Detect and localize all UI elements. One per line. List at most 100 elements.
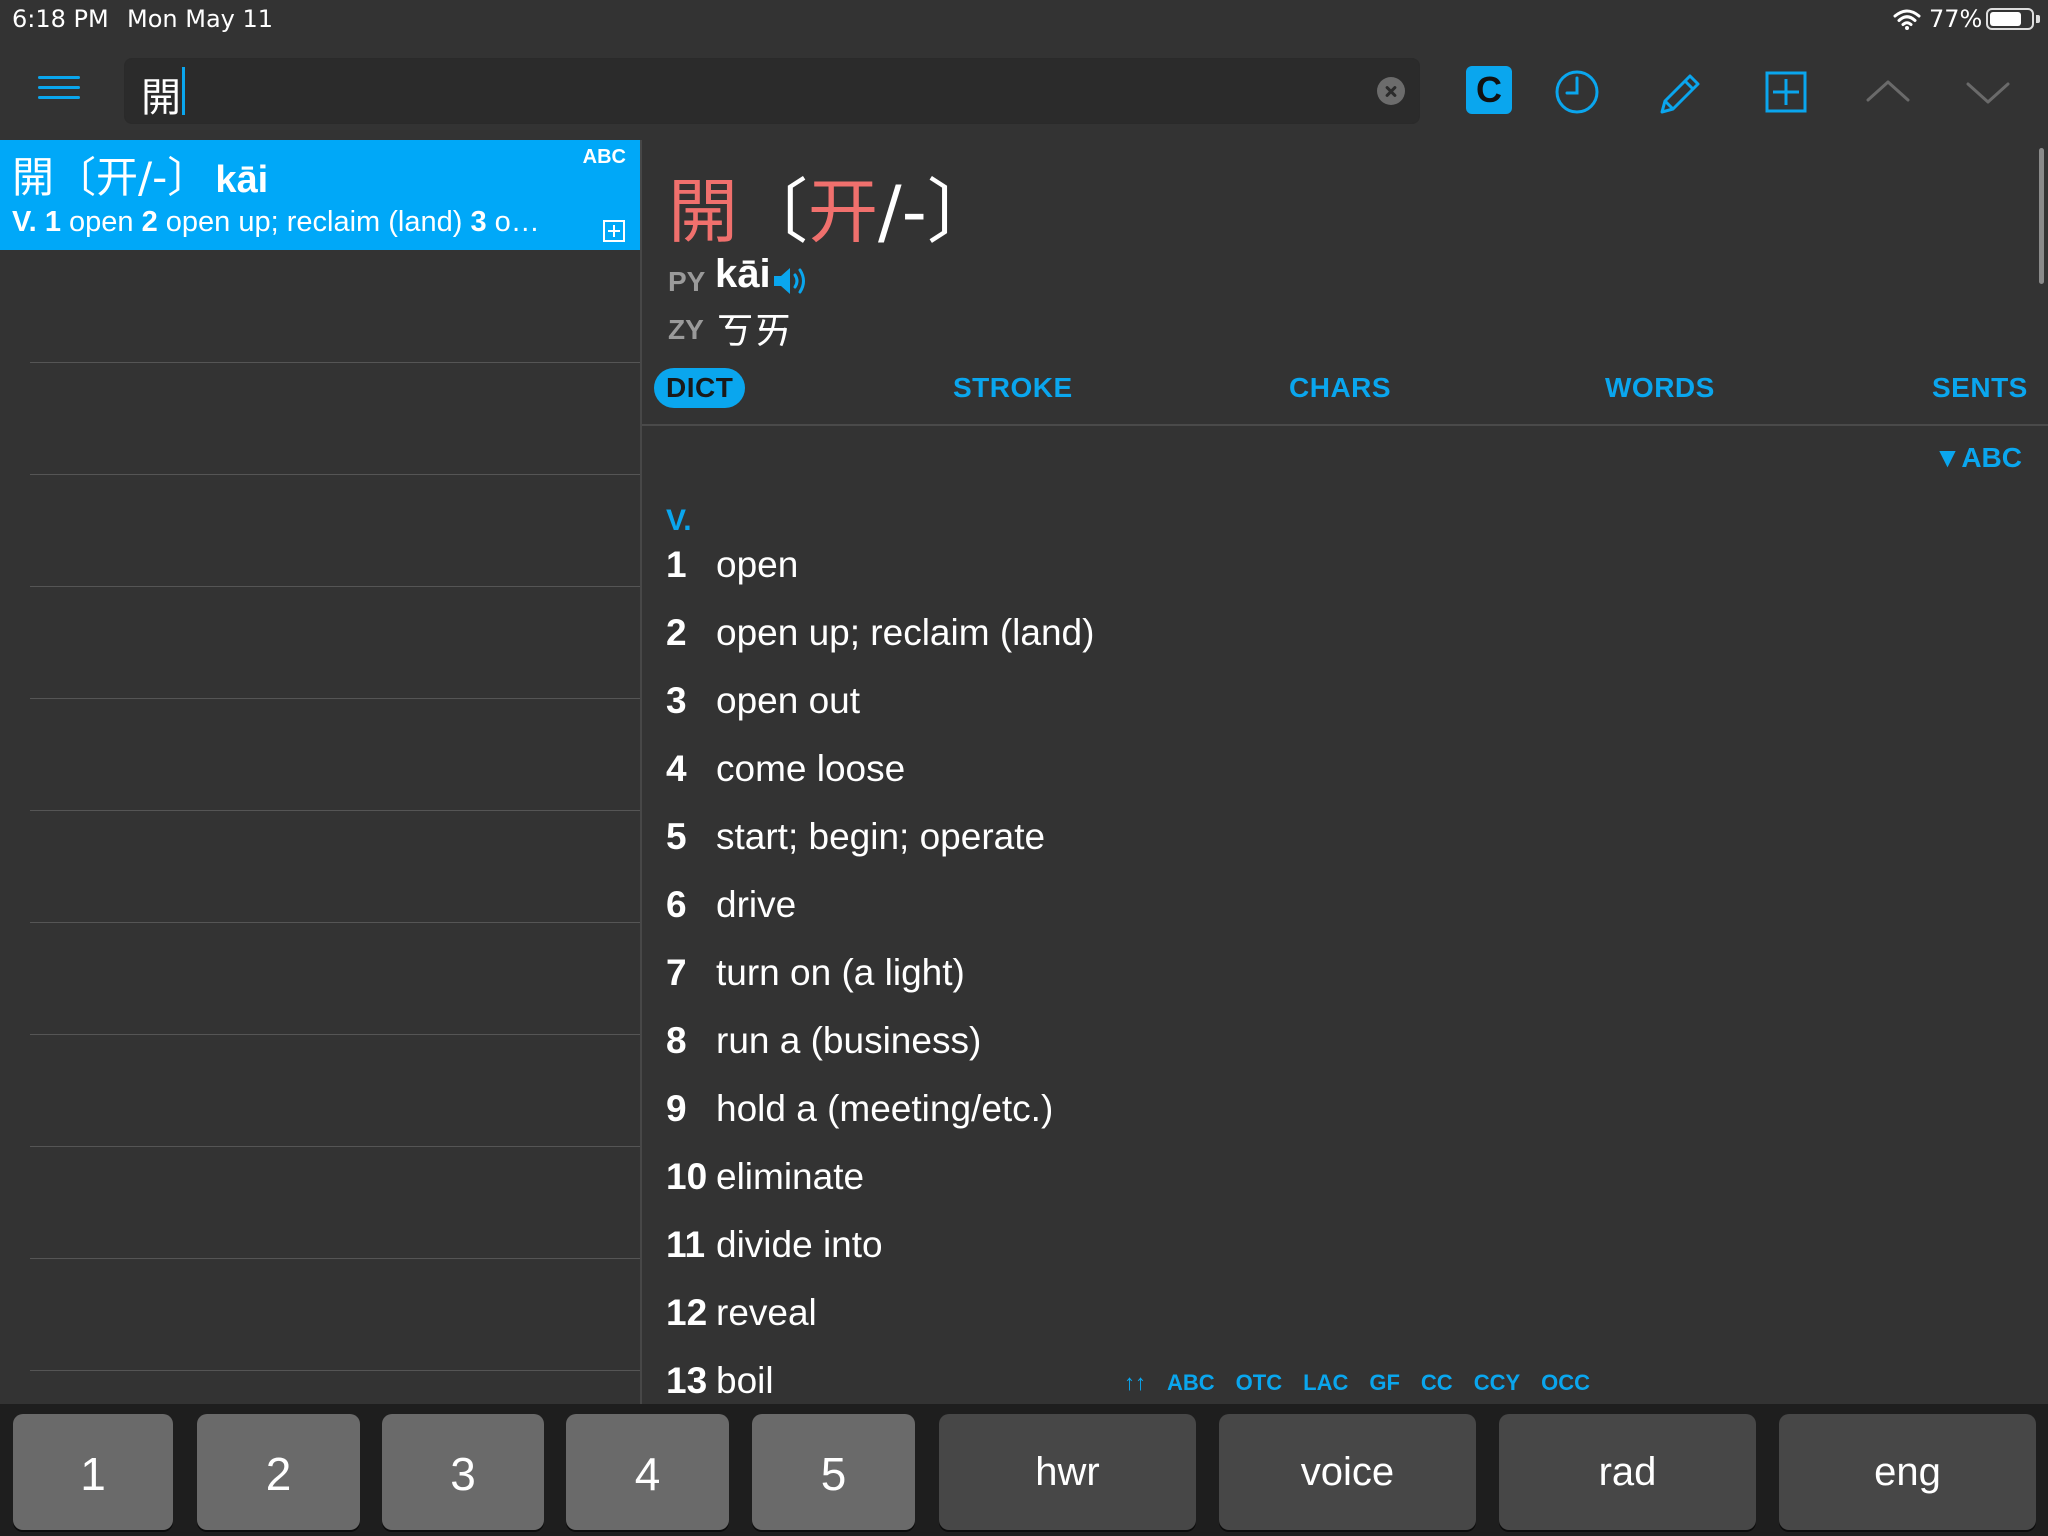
sense-item: 13 boil <box>666 1360 774 1402</box>
handwriting-key[interactable]: hwr <box>939 1414 1196 1530</box>
zhuyin-label: ZY <box>668 314 704 345</box>
sense-number: 3 <box>666 680 687 721</box>
simplified-char: 开 <box>808 171 878 253</box>
source-link-lac[interactable]: LAC <box>1303 1370 1348 1395</box>
entry-detail: 開〔开/-〕 PY kāi ZY ㄎㄞ DICT STROKE CHARS WO… <box>642 140 2048 1404</box>
sense-text: run a (business) <box>716 1020 982 1061</box>
text-caret <box>182 67 185 115</box>
battery-nub <box>2036 15 2040 23</box>
zhuyin: ㄎㄞ <box>716 309 793 353</box>
wifi-icon <box>1893 9 1921 30</box>
source-link-gf[interactable]: GF <box>1369 1370 1400 1395</box>
chevron-up-icon[interactable] <box>1860 64 1916 120</box>
status-date: Mon May 11 <box>127 5 274 33</box>
bracket-close: 〕 <box>926 171 997 253</box>
sense-text: reveal <box>716 1292 817 1333</box>
speaker-icon[interactable] <box>772 264 812 298</box>
sense-text: drive <box>716 884 797 925</box>
sense-number: 8 <box>666 1020 687 1061</box>
add-icon[interactable] <box>1758 64 1814 120</box>
english-key[interactable]: eng <box>1779 1414 2036 1530</box>
list-separator <box>30 1258 640 1259</box>
source-link-ccy[interactable]: CCY <box>1474 1370 1520 1395</box>
tab-dict[interactable]: DICT <box>654 368 746 408</box>
sense-item: 2 open up; reclaim (land) <box>666 612 1094 654</box>
source-badge: ABC <box>582 146 626 168</box>
sense-item: 8 run a (business) <box>666 1020 981 1062</box>
sense-text: eliminate <box>716 1156 865 1197</box>
tab-words[interactable]: WORDS <box>1605 372 1715 404</box>
tab-underline <box>642 424 2048 426</box>
list-separator <box>30 1370 640 1371</box>
history-icon[interactable] <box>1549 64 1605 120</box>
sense-item: 9 hold a (meeting/etc.) <box>666 1088 1053 1130</box>
tone-key-4[interactable]: 4 <box>566 1414 729 1530</box>
list-separator <box>30 1034 640 1035</box>
pinyin: kāi <box>715 252 771 296</box>
sense-text: open out <box>716 680 861 721</box>
tone-key-5[interactable]: 5 <box>752 1414 915 1530</box>
sense-text: boil <box>716 1360 774 1401</box>
tab-sents[interactable]: SENTS <box>1932 372 2028 404</box>
source-link-otc[interactable]: OTC <box>1236 1370 1282 1395</box>
list-item-selected[interactable]: 開〔开/-〕 kāi ABC V. 1 open 2 open up; recla… <box>0 140 640 250</box>
sense-item: 11 divide into <box>666 1224 883 1266</box>
bracket-open: 〔 <box>738 171 808 253</box>
sense-number: 7 <box>666 952 687 993</box>
list-item-headword: 開〔开/-〕 <box>12 153 210 202</box>
radical-key[interactable]: rad <box>1499 1414 1756 1530</box>
status-time: 6:18 PM <box>12 5 109 33</box>
status-bar: 6:18 PM Mon May 11 77% <box>0 0 2048 44</box>
tone-key-1[interactable]: 1 <box>13 1414 173 1530</box>
tab-stroke[interactable]: STROKE <box>953 372 1073 404</box>
sense-number: 6 <box>666 884 687 925</box>
list-separator <box>30 1146 640 1147</box>
tone-key-2[interactable]: 2 <box>197 1414 360 1530</box>
sense-text: turn on (a light) <box>716 952 965 993</box>
source-links: ↑↑ ABC OTC LAC GF CC CCY OCC <box>1124 1370 1611 1396</box>
sense-item: 5 start; begin; operate <box>666 816 1045 858</box>
sense-item: 10 eliminate <box>666 1156 864 1198</box>
list-item-pos: V. <box>12 206 37 238</box>
sense-number: 2 <box>666 612 687 653</box>
variant-marker: /- <box>878 171 927 253</box>
list-separator <box>30 698 640 699</box>
tab-chars[interactable]: CHARS <box>1289 372 1391 404</box>
sense-number: 3 <box>470 206 487 238</box>
list-separator <box>30 810 640 811</box>
results-list: 開〔开/-〕 kāi ABC V. 1 open 2 open up; recla… <box>0 140 640 1404</box>
dictionary-source-selector[interactable]: ▼ABC <box>1934 442 2022 474</box>
sense-text: start; begin; operate <box>716 816 1046 857</box>
add-to-list-icon[interactable] <box>603 220 625 242</box>
scrollbar[interactable] <box>2039 148 2044 284</box>
entry-headword: 開〔开/-〕 <box>668 156 997 257</box>
tone-key-3[interactable]: 3 <box>382 1414 544 1530</box>
clear-icon[interactable] <box>1377 77 1405 105</box>
pencil-icon[interactable] <box>1652 64 1708 120</box>
menu-icon[interactable] <box>38 76 84 108</box>
search-value[interactable]: 開 <box>141 65 181 123</box>
source-link-abc[interactable]: ABC <box>1167 1370 1215 1395</box>
sense-item: 12 reveal <box>666 1292 817 1334</box>
c-mode-button[interactable]: C <box>1466 66 1512 114</box>
list-separator <box>30 362 640 363</box>
sense-number: 2 <box>141 206 158 238</box>
battery-fill <box>1990 12 2021 26</box>
sense-number: 10 <box>666 1156 708 1197</box>
sense-text: come loose <box>716 748 906 789</box>
list-item-pinyin: kāi <box>215 159 269 201</box>
source-link-cc[interactable]: CC <box>1421 1370 1453 1395</box>
search-input[interactable]: 開 <box>124 58 1420 124</box>
sense-item: 1 open <box>666 544 798 586</box>
chevron-down-icon[interactable] <box>1960 64 2016 120</box>
sense-number: 13 <box>666 1360 708 1401</box>
scroll-top-link[interactable]: ↑↑ <box>1124 1370 1146 1395</box>
battery-percent: 77% <box>1929 5 1983 33</box>
input-key-bar: 1 2 3 4 5 hwr voice rad eng <box>0 1404 2048 1536</box>
pinyin-label: PY <box>668 266 706 297</box>
battery-icon <box>1986 8 2034 30</box>
voice-key[interactable]: voice <box>1219 1414 1476 1530</box>
source-link-occ[interactable]: OCC <box>1541 1370 1590 1395</box>
sense-text: hold a (meeting/etc.) <box>716 1088 1054 1129</box>
sense-text: open up; reclaim (land) <box>716 612 1095 653</box>
